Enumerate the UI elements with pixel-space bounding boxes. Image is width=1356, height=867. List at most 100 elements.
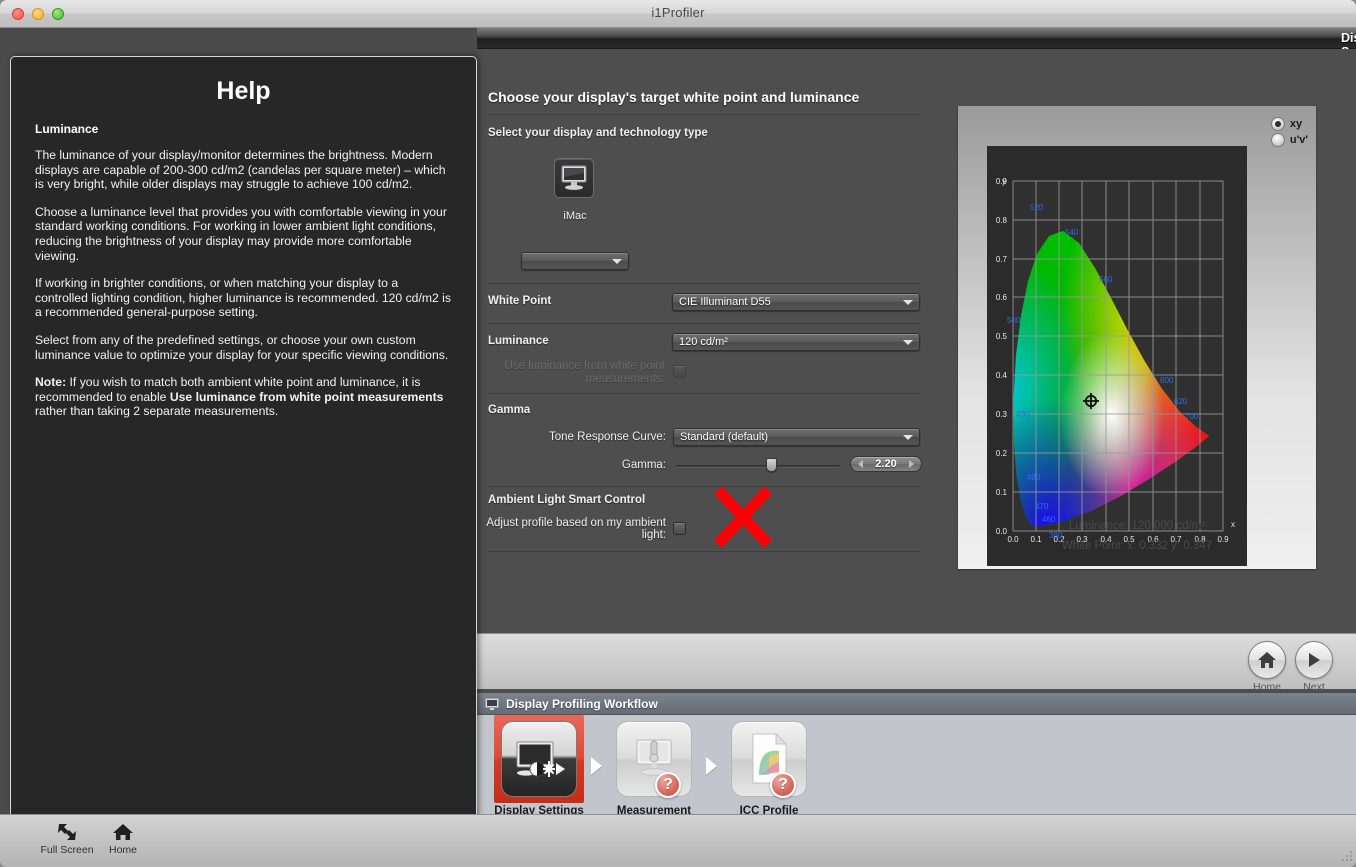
white-point-label: White Point [488,295,552,307]
svg-text:560: 560 [1099,275,1113,284]
adjust-ambient-checkbox[interactable] [673,522,686,535]
workflow-step-measurement[interactable]: ? Measurement [602,721,706,817]
svg-text:500: 500 [1007,316,1021,325]
radio-xy-icon[interactable] [1270,117,1285,131]
help-body: Luminance The luminance of your display/… [11,106,476,419]
window-body: Display Settings Choose your display's t… [0,28,1356,834]
white-point-readout: White Point: x: 0.332 y: 0.347 [1061,540,1213,552]
svg-text:0.3: 0.3 [996,410,1008,419]
home-button[interactable]: Home [1246,641,1288,693]
gamma-slider-thumb[interactable] [766,458,777,472]
workflow-step-measurement-badge: ? [655,772,681,798]
next-button[interactable]: Next [1293,641,1335,693]
workflow-arrow-icon [591,757,602,775]
gamma-stepper[interactable]: 2.20 [850,456,922,472]
navigation-bar: Home Next [477,633,1356,693]
window-title: i1Profiler [651,5,705,20]
help-panel: Help Luminance The luminance of your dis… [10,56,477,834]
svg-text:520: 520 [1030,203,1044,212]
help-heading: Luminance [35,122,99,136]
radio-option-uv[interactable]: u'v' [1270,133,1308,147]
luminance-value: 120 cd/m² [679,336,728,348]
svg-text:380: 380 [1049,531,1063,540]
help-paragraph: Select from any of the predefined settin… [35,332,449,362]
svg-text:0.1: 0.1 [996,488,1008,497]
svg-text:480: 480 [1027,473,1041,482]
workflow-step-icc-profile-tile[interactable]: ? [731,721,807,798]
luminance-label: Luminance [488,335,549,347]
svg-text:0.7: 0.7 [996,255,1008,264]
workflow-step-icc-profile[interactable]: ? ICC Profile [717,721,821,817]
divider-whitepoint-top [488,283,920,284]
home-button-label: Home [1252,681,1281,693]
white-point-dropdown[interactable]: CIE Illuminant D55 [672,293,920,311]
display-brightness-icon [516,741,565,777]
tone-response-curve-value: Standard (default) [680,431,769,443]
svg-text:0.6: 0.6 [996,293,1008,302]
display-type-imac-tile[interactable] [554,158,594,198]
chevron-down-icon [903,435,913,440]
workflow-step-measurement-tile[interactable]: ? [616,721,692,798]
use-luminance-from-wp-checkbox[interactable] [673,365,686,378]
cie-diagram-svg: y x 0.0 0.1 0.2 0.3 0.4 0.5 0.6 0.7 0.8 … [996,177,1235,544]
help-paragraph: Choose a luminance level that provides y… [35,204,447,263]
workflow-arrow-icon [706,757,717,775]
help-note-suffix: rather than taking 2 separate measuremen… [35,404,279,419]
svg-text:0.4: 0.4 [996,371,1008,380]
display-type-label: iMac [563,210,587,222]
svg-text:540: 540 [1065,228,1079,237]
gamma-slider-track[interactable] [676,465,840,468]
svg-text:600: 600 [1160,376,1174,385]
workflow-step-display-settings[interactable]: Display Settings [487,715,591,817]
stepper-decrement-icon[interactable] [858,460,863,468]
radio-xy-label: xy [1289,118,1303,130]
next-button-circle[interactable] [1295,641,1333,679]
chevron-down-icon [612,259,622,264]
svg-text:0.9: 0.9 [996,177,1008,186]
radio-uv-icon[interactable] [1270,133,1285,147]
divider-title [488,114,920,115]
radio-option-xy[interactable]: xy [1270,117,1308,131]
play-arrow-icon [1309,653,1320,667]
stepper-increment-icon[interactable] [909,460,914,468]
help-title: Help [216,77,271,105]
svg-text:470: 470 [1035,502,1049,511]
luminance-readout: Luminance: 120.000 cd/m² [1068,520,1206,532]
monitor-icon [561,165,587,190]
colorspace-radio-group: xy u'v' [1270,117,1308,149]
workflow-panel: Display Profiling Workflow Display Setti… [477,693,1356,817]
chevron-down-icon [903,300,913,305]
divider-ambient-bottom [488,551,920,552]
help-note-bold: Use luminance from white point measureme… [169,389,444,404]
svg-text:0.5: 0.5 [996,332,1008,341]
help-note-prefix: Note: [35,375,67,390]
bottom-toolbar: Full Screen Home [0,814,1356,867]
workflow-step-display-settings-tile[interactable] [501,721,577,797]
home-button-circle[interactable] [1248,641,1286,679]
home-icon [90,821,156,843]
home-icon [1258,652,1276,668]
ambient-section-label: Ambient Light Smart Control [488,494,646,506]
divider-luminance-top [488,323,920,324]
toolbar-home-button[interactable]: Home [90,821,156,856]
svg-text:0.2: 0.2 [996,449,1008,458]
resize-grip[interactable] [1338,849,1353,864]
help-note: Note: If you wish to match both ambient … [35,375,452,419]
svg-text:0.8: 0.8 [996,216,1008,225]
tone-response-curve-dropdown[interactable]: Standard (default) [673,428,920,446]
cie-chromaticity-diagram[interactable]: y x 0.0 0.1 0.2 0.3 0.4 0.5 0.6 0.7 0.8 … [987,146,1247,566]
workflow-step-icc-profile-badge: ? [770,772,796,798]
luminance-dropdown[interactable]: 120 cd/m² [672,333,920,351]
gamma-stepper-value: 2.20 [875,458,897,470]
window-titlebar: i1Profiler [0,0,1356,28]
white-point-value: CIE Illuminant D55 [679,296,771,308]
monitor-icon [485,697,499,710]
technology-type-dropdown[interactable] [521,252,629,270]
radio-uv-label: u'v' [1289,134,1308,146]
display-type-section-label: Select your display and technology type [488,127,708,139]
workflow-header: Display Profiling Workflow [477,693,1356,715]
help-paragraph: If working in brighter conditions, or wh… [35,276,451,320]
next-button-label: Next [1303,681,1325,693]
chevron-down-icon [903,340,913,345]
help-paragraph: The luminance of your display/monitor de… [35,148,446,192]
